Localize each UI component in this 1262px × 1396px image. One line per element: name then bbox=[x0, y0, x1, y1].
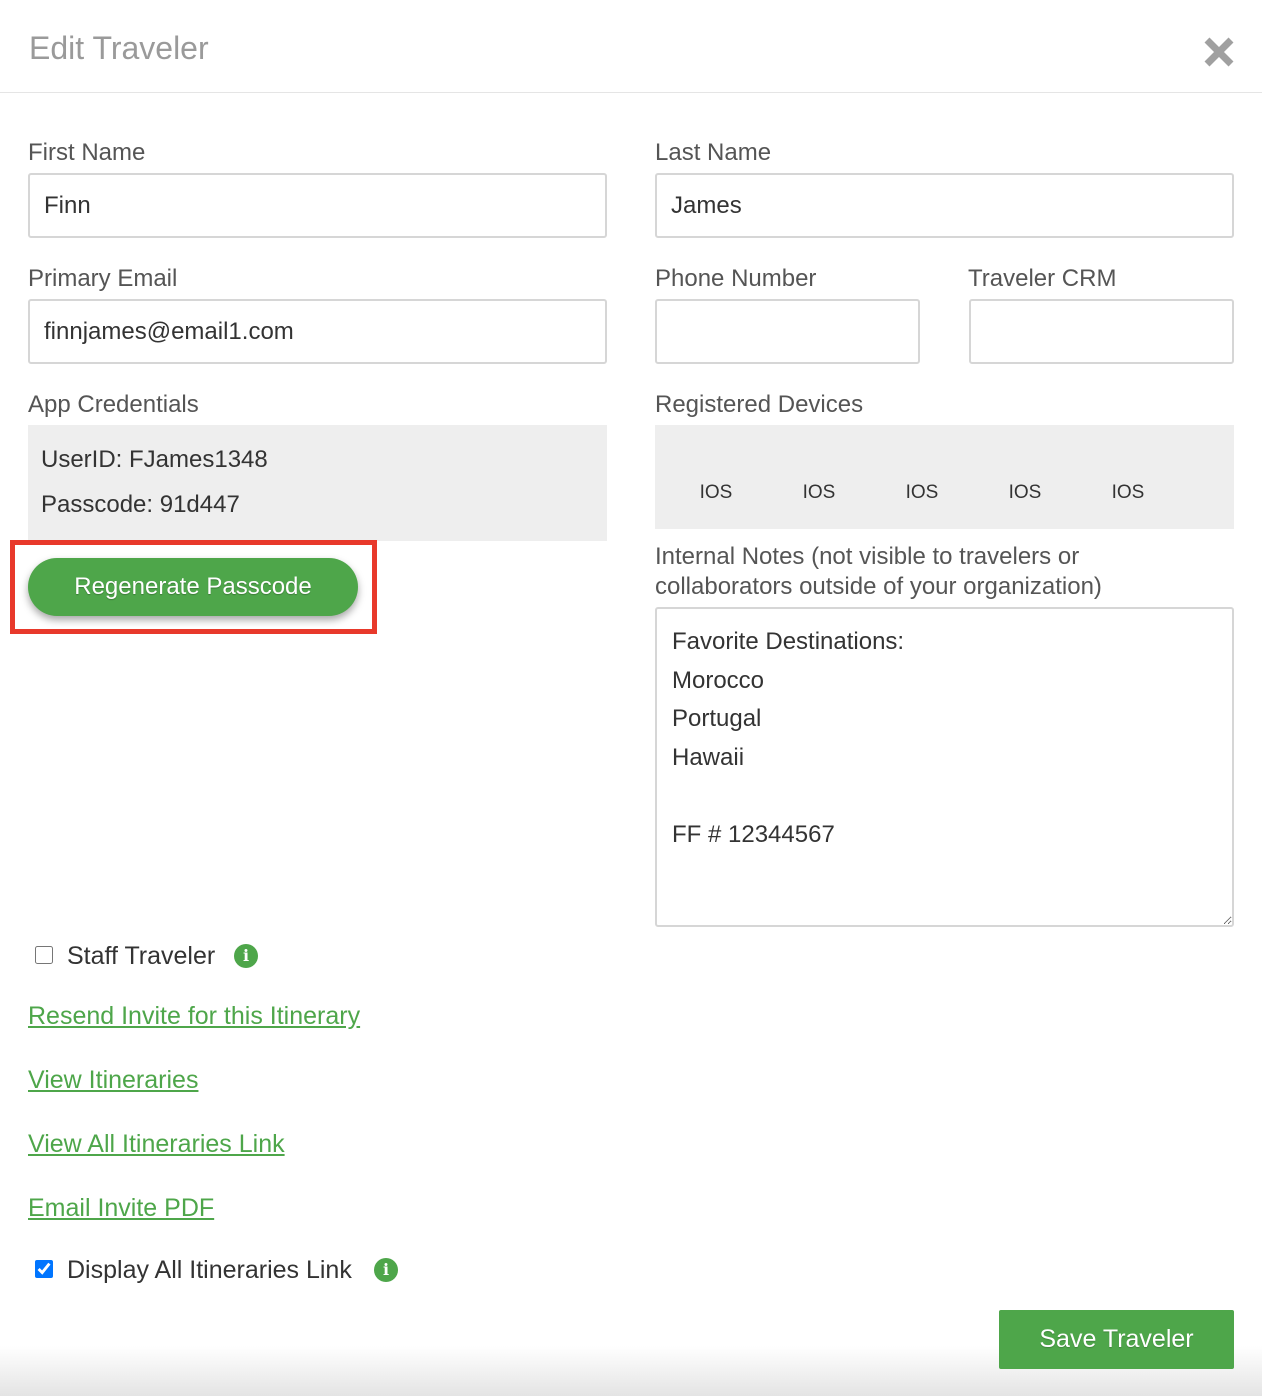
regenerate-passcode-button[interactable]: Regenerate Passcode bbox=[28, 558, 358, 616]
internal-notes-textarea[interactable]: Favorite Destinations: Morocco Portugal … bbox=[655, 607, 1234, 927]
app-credentials-box: UserID: FJames1348 Passcode: 91d447 bbox=[28, 425, 607, 541]
view-itineraries-link[interactable]: View Itineraries bbox=[28, 1065, 198, 1095]
view-all-itineraries-link[interactable]: View All Itineraries Link bbox=[28, 1129, 285, 1159]
traveler-crm-label: Traveler CRM bbox=[968, 265, 1117, 292]
first-name-label: First Name bbox=[28, 139, 146, 166]
resend-invite-link[interactable]: Resend Invite for this Itinerary bbox=[28, 1001, 360, 1031]
display-all-itineraries-label: Display All Itineraries Link bbox=[67, 1256, 352, 1284]
device-item: IOS bbox=[1008, 482, 1042, 503]
close-icon bbox=[1204, 37, 1234, 67]
device-item: IOS bbox=[802, 482, 836, 503]
last-name-label: Last Name bbox=[655, 139, 772, 166]
modal-header: Edit Traveler bbox=[0, 0, 1262, 93]
user-id-text: UserID: FJames1348 bbox=[41, 446, 268, 473]
passcode-text: Passcode: 91d447 bbox=[41, 491, 240, 518]
app-credentials-label: App Credentials bbox=[28, 391, 199, 418]
close-button[interactable] bbox=[1199, 32, 1239, 72]
phone-number-field[interactable] bbox=[655, 299, 920, 364]
save-traveler-button[interactable]: Save Traveler bbox=[999, 1310, 1234, 1369]
phone-number-label: Phone Number bbox=[655, 265, 817, 292]
internal-notes-label-line1: Internal Notes (not visible to travelers… bbox=[655, 543, 1080, 570]
primary-email-label: Primary Email bbox=[28, 265, 178, 292]
staff-traveler-info-icon[interactable]: i bbox=[234, 944, 258, 968]
staff-traveler-label: Staff Traveler bbox=[67, 942, 216, 970]
internal-notes-label-line2: collaborators outside of your organizati… bbox=[655, 573, 1102, 600]
display-all-itineraries-checkbox[interactable] bbox=[35, 1260, 53, 1278]
device-item: IOS bbox=[1111, 482, 1145, 503]
modal-title: Edit Traveler bbox=[29, 30, 209, 66]
staff-traveler-checkbox[interactable] bbox=[35, 946, 53, 964]
email-invite-pdf-link[interactable]: Email Invite PDF bbox=[28, 1193, 214, 1223]
registered-devices-label: Registered Devices bbox=[655, 391, 864, 418]
primary-email-field[interactable] bbox=[28, 299, 607, 364]
traveler-crm-field[interactable] bbox=[969, 299, 1234, 364]
registered-devices-box: IOS IOS IOS IOS IOS bbox=[655, 425, 1234, 529]
first-name-field[interactable] bbox=[28, 173, 607, 238]
device-item: IOS bbox=[699, 482, 733, 503]
edit-traveler-modal: Edit Traveler First Name Last Name Prima… bbox=[0, 0, 1262, 1396]
display-all-itineraries-info-icon[interactable]: i bbox=[374, 1258, 398, 1282]
last-name-field[interactable] bbox=[655, 173, 1234, 238]
device-item: IOS bbox=[905, 482, 939, 503]
